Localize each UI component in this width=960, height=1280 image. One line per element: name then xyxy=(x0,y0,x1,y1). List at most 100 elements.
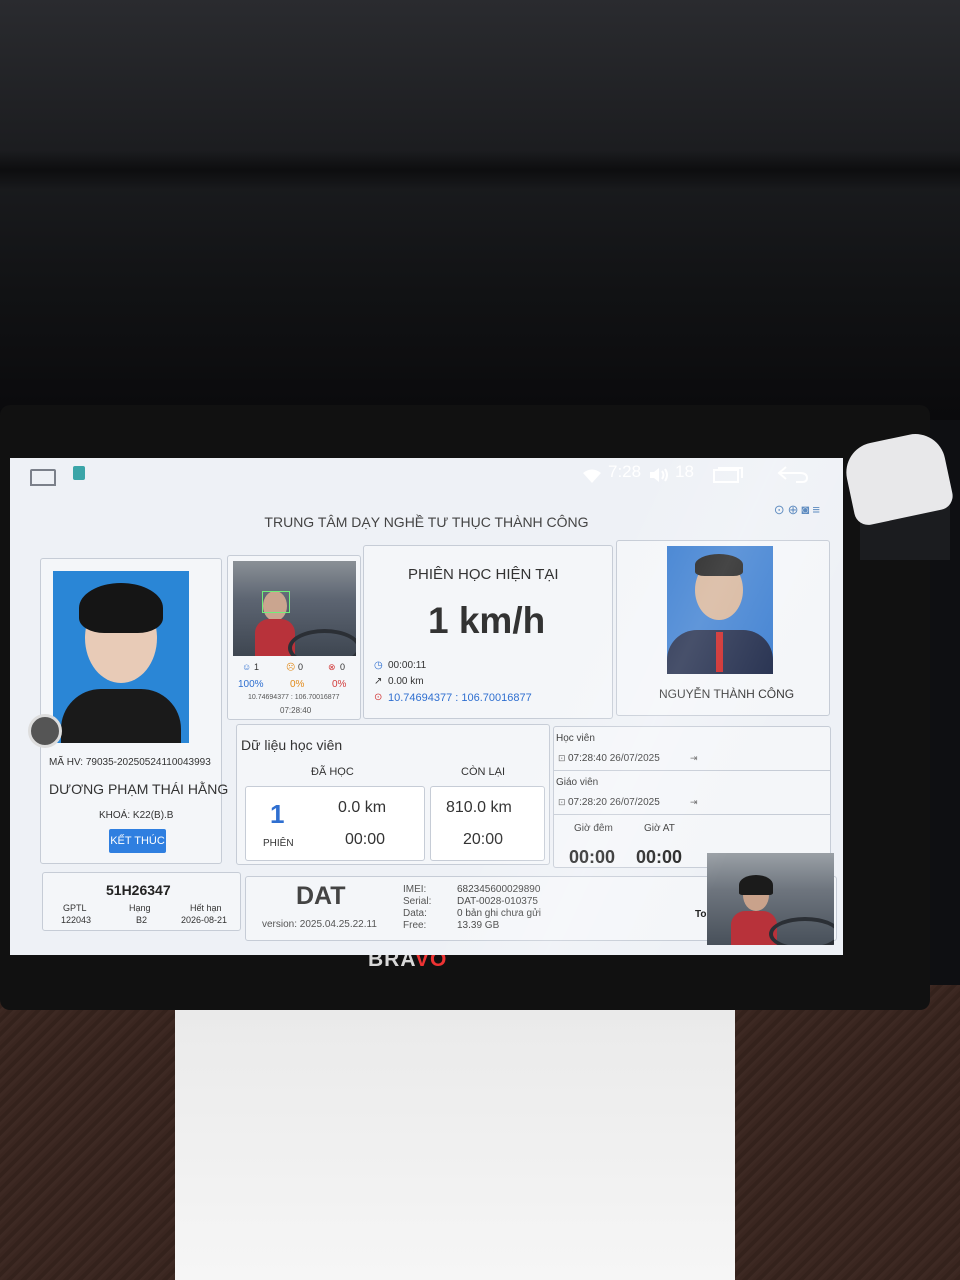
steering-wheel xyxy=(769,917,834,945)
sessions-count: 1 xyxy=(270,799,285,829)
imei-label: IMEI: xyxy=(403,884,427,895)
database-icon: ≡ xyxy=(812,502,823,517)
done-km: 0.0 km xyxy=(338,799,387,816)
face-ok-count: 1 xyxy=(254,662,260,672)
expiry-label: Hết hạn xyxy=(190,903,222,913)
status-icons: ⊙⊕◙≡ xyxy=(774,502,823,518)
logout-icon[interactable]: ⇥ xyxy=(690,797,698,808)
free-value: 13.39 GB xyxy=(457,920,500,931)
serial-value: DAT-0028-010375 xyxy=(457,896,538,907)
end-session-button[interactable]: KẾT THÚC xyxy=(109,829,166,853)
data-label: Data: xyxy=(403,908,427,919)
error-icon: ⊗ xyxy=(328,662,336,672)
class-value: B2 xyxy=(136,915,148,925)
divider xyxy=(554,770,830,771)
night-hours-label: Giờ đêm xyxy=(574,823,613,834)
teacher-tie xyxy=(716,632,723,672)
safe-hours-value: 00:00 xyxy=(636,847,683,867)
tablet-screen: 7:28 18 TRUNG TÂM DẠY NGHỀ TƯ THỤC THÀNH… xyxy=(10,458,843,955)
safe-hours-label: Giờ AT xyxy=(644,823,675,834)
gptl-label: GPTL xyxy=(63,903,87,913)
student-name: DƯƠNG PHẠM THÁI HẰNG xyxy=(49,781,229,797)
home-icon[interactable] xyxy=(30,469,56,486)
gptl-value: 122043 xyxy=(61,915,92,925)
driver-hair xyxy=(739,875,773,895)
steering-wheel xyxy=(288,629,356,656)
imei-value: 682345600029890 xyxy=(457,884,541,895)
logout-icon[interactable]: ⇥ xyxy=(690,753,698,764)
free-label: Free: xyxy=(403,920,427,931)
student-photo xyxy=(53,571,189,743)
camera-coords: 10.74694377 : 106.70016877 xyxy=(248,694,340,701)
remaining-box: 810.0 km 20:00 xyxy=(430,786,545,861)
error-count: 0 xyxy=(340,662,346,672)
remaining-header: CÒN LẠI xyxy=(461,766,506,778)
firmware-version: version: 2025.04.25.22.11 xyxy=(262,919,377,930)
student-data-title: Dữ liệu học viên xyxy=(241,737,343,753)
warn-icon: ☹ xyxy=(286,662,296,672)
clothing xyxy=(61,689,181,743)
session-duration: 00:00:11 xyxy=(388,660,427,671)
login-icon: ⊡ xyxy=(558,797,566,807)
warn-count: 0 xyxy=(298,662,304,672)
student-login-label: Học viên xyxy=(556,733,595,744)
teacher-photo xyxy=(667,546,773,674)
face-detection-box xyxy=(262,591,290,613)
back-icon[interactable] xyxy=(776,464,810,484)
data-value: 0 bản ghi chưa gửi xyxy=(457,908,541,919)
recent-apps-icon[interactable] xyxy=(712,466,744,484)
teacher-hair xyxy=(695,554,743,576)
distance-icon: ↗ xyxy=(374,676,383,687)
clock: 7:28 xyxy=(608,462,642,481)
session-speed: 1 km/h xyxy=(428,600,546,641)
volume-level: 18 xyxy=(675,462,694,481)
student-course: KHOÁ: K22(B).B xyxy=(99,810,174,821)
globe-icon: ⊕ xyxy=(787,502,802,517)
remaining-time: 20:00 xyxy=(463,831,504,848)
student-login-time: 07:28:40 26/07/2025 xyxy=(568,753,660,764)
done-box: 1 PHIÊN 0.0 km 00:00 xyxy=(245,786,425,861)
live-camera-thumbnail[interactable] xyxy=(707,853,834,945)
camera-icon: ◙ xyxy=(801,502,813,517)
session-gps: 10.74694377 : 106.70016877 xyxy=(388,692,532,704)
student-code: MÃ HV: 79035-20250524110043993 xyxy=(49,757,211,768)
ceiling-seam xyxy=(0,150,960,190)
training-center-title: TRUNG TÂM DẠY NGHỀ TƯ THỤC THÀNH CÔNG xyxy=(264,514,589,530)
teacher-name: NGUYỄN THÀNH CÔNG xyxy=(659,687,795,701)
done-header: ĐÃ HỌC xyxy=(311,766,354,778)
night-hours-value: 00:00 xyxy=(569,847,616,867)
remaining-km: 810.0 km xyxy=(446,799,512,816)
location-icon: ⊙ xyxy=(374,692,383,703)
camera-time: 07:28:40 xyxy=(280,706,312,715)
teacher-card: NGUYỄN THÀNH CÔNG xyxy=(616,540,830,716)
device-name: DAT xyxy=(296,882,346,910)
face-ok-icon: ☺ xyxy=(242,662,252,672)
app-icon[interactable] xyxy=(73,466,85,480)
volume-icon xyxy=(650,468,668,482)
camera-card: ☺ 1 ☹ 0 ⊗ 0 100% 0% 0% 10.74694377 : 106… xyxy=(227,555,361,720)
expiry-value: 2026-08-21 xyxy=(181,915,228,925)
teacher-login-time: 07:28:20 26/07/2025 xyxy=(568,797,660,808)
floating-assist-button[interactable] xyxy=(28,714,62,748)
error-percent: 0% xyxy=(332,679,347,690)
student-data-card: Dữ liệu học viên ĐÃ HỌC CÒN LẠI 1 PHIÊN … xyxy=(236,724,550,865)
overlay-label: To xyxy=(695,909,707,920)
sessions-label: PHIÊN xyxy=(263,838,294,849)
warn-percent: 0% xyxy=(290,679,305,690)
duration-icon: ◷ xyxy=(374,660,383,671)
class-label: Hạng xyxy=(129,903,151,913)
vehicle-card: 51H26347 GPTL 122043 Hạng B2 Hết hạn 202… xyxy=(42,872,241,931)
current-session-card: PHIÊN HỌC HIỆN TẠI 1 km/h ◷ 00:00:11 ↗ 0… xyxy=(363,545,613,719)
wifi-icon xyxy=(583,469,601,483)
session-distance: 0.00 km xyxy=(388,676,424,687)
gps-icon: ⊙ xyxy=(773,502,788,517)
session-title: PHIÊN HỌC HIỆN TẠI xyxy=(408,566,559,583)
teacher-login-label: Giáo viên xyxy=(556,777,599,788)
student-card: MÃ HV: 79035-20250524110043993 DƯƠNG PHẠ… xyxy=(40,558,228,864)
hair xyxy=(79,583,163,633)
paper-sheet xyxy=(175,990,735,1280)
face-ok-percent: 100% xyxy=(238,679,264,690)
login-icon: ⊡ xyxy=(558,753,566,763)
serial-label: Serial: xyxy=(403,896,432,907)
car-ceiling xyxy=(0,0,960,420)
